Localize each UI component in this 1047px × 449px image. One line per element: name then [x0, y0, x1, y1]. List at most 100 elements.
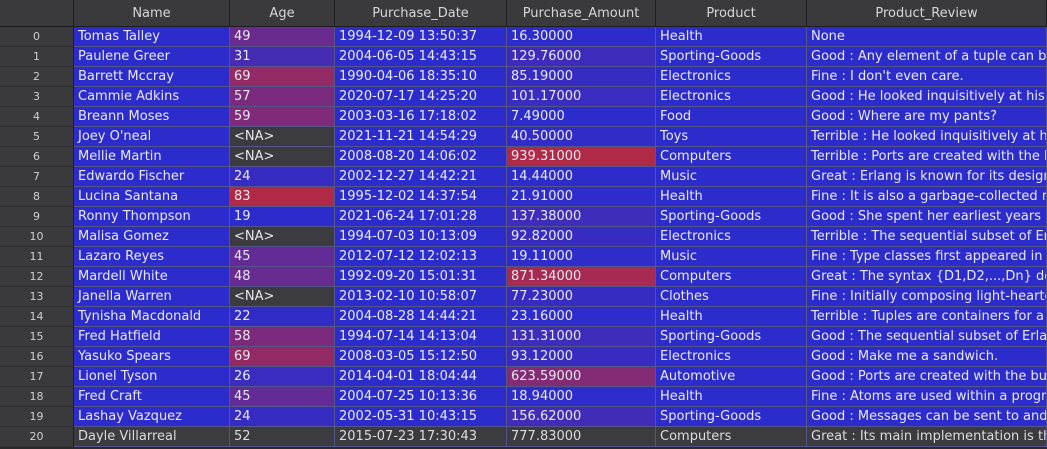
row-index[interactable]: 18: [0, 387, 74, 407]
cell-purchase-date[interactable]: 2012-07-12 12:02:13: [335, 247, 507, 267]
row-index[interactable]: 3: [0, 87, 74, 107]
header-name[interactable]: Name: [74, 0, 230, 26]
table-row[interactable]: 3 Cammie Adkins 57 2020-07-17 14:25:20 101.1…: [0, 87, 1047, 107]
cell-purchase-date[interactable]: 2020-07-17 14:25:20: [335, 87, 507, 107]
row-index[interactable]: 0: [0, 27, 74, 47]
row-index[interactable]: 12: [0, 267, 74, 287]
cell-product[interactable]: Electronics: [656, 87, 807, 107]
cell-product-review[interactable]: Great : Its main implementation is the..…: [807, 427, 1047, 447]
cell-purchase-amount[interactable]: 77.23000: [507, 287, 656, 307]
row-index[interactable]: 5: [0, 127, 74, 147]
table-row[interactable]: 18 Fred Craft 45 2004-07-25 10:13:36 18.9400…: [0, 387, 1047, 407]
cell-purchase-amount[interactable]: 23.16000: [507, 307, 656, 327]
cell-purchase-date[interactable]: 2015-07-23 17:30:43: [335, 427, 507, 447]
cell-name[interactable]: Tynisha Macdonald: [74, 307, 230, 327]
table-row[interactable]: 10 Malisa Gomez <NA> 1994-07-03 10:13:09 92.…: [0, 227, 1047, 247]
cell-age[interactable]: <NA>: [230, 287, 335, 307]
cell-purchase-date[interactable]: 2008-08-20 14:06:02: [335, 147, 507, 167]
row-index[interactable]: 7: [0, 167, 74, 187]
row-index[interactable]: 20: [0, 427, 74, 447]
row-index[interactable]: 11: [0, 247, 74, 267]
cell-product[interactable]: Health: [656, 307, 807, 327]
cell-purchase-date[interactable]: 2021-11-21 14:54:29: [335, 127, 507, 147]
cell-product[interactable]: Sporting-Goods: [656, 47, 807, 67]
cell-age[interactable]: 31: [230, 47, 335, 67]
cell-purchase-amount[interactable]: 137.38000: [507, 207, 656, 227]
cell-age[interactable]: 24: [230, 407, 335, 427]
cell-product-review[interactable]: Fine : It is also a garbage-collected ru…: [807, 187, 1047, 207]
cell-age[interactable]: 58: [230, 327, 335, 347]
header-purchase-amount[interactable]: Purchase_Amount: [507, 0, 656, 26]
cell-product-review[interactable]: Fine : Atoms are used within a progra...: [807, 387, 1047, 407]
cell-product-review[interactable]: Terrible : Ports are created with the b.…: [807, 147, 1047, 167]
cell-product[interactable]: Food: [656, 107, 807, 127]
cell-product[interactable]: Automotive: [656, 367, 807, 387]
table-row[interactable]: 12 Mardell White 48 1992-09-20 15:01:31 871.…: [0, 267, 1047, 287]
cell-product-review[interactable]: None: [807, 27, 1047, 47]
cell-name[interactable]: Breann Moses: [74, 107, 230, 127]
cell-product[interactable]: Computers: [656, 427, 807, 447]
cell-purchase-amount[interactable]: 18.94000: [507, 387, 656, 407]
cell-name[interactable]: Lashay Vazquez: [74, 407, 230, 427]
row-index[interactable]: 8: [0, 187, 74, 207]
row-index[interactable]: 19: [0, 407, 74, 427]
cell-name[interactable]: Malisa Gomez: [74, 227, 230, 247]
cell-purchase-amount[interactable]: 777.83000: [507, 427, 656, 447]
cell-name[interactable]: Fred Hatfield: [74, 327, 230, 347]
cell-product-review[interactable]: Great : The syntax {D1,D2,...,Dn} den...: [807, 267, 1047, 287]
cell-product-review[interactable]: Good : Messages can be sent to and ...: [807, 407, 1047, 427]
cell-age[interactable]: 49: [230, 27, 335, 47]
cell-name[interactable]: Dayle Villarreal: [74, 427, 230, 447]
cell-product-review[interactable]: Terrible : The sequential subset of Erl.…: [807, 227, 1047, 247]
cell-purchase-date[interactable]: 2021-06-24 17:01:28: [335, 207, 507, 227]
cell-purchase-date[interactable]: 1994-07-14 14:13:04: [335, 327, 507, 347]
cell-purchase-amount[interactable]: 101.17000: [507, 87, 656, 107]
header-product-review[interactable]: Product_Review: [807, 0, 1047, 26]
cell-name[interactable]: Mardell White: [74, 267, 230, 287]
cell-product[interactable]: Health: [656, 387, 807, 407]
cell-product[interactable]: Electronics: [656, 227, 807, 247]
cell-age[interactable]: 26: [230, 367, 335, 387]
cell-purchase-amount[interactable]: 21.91000: [507, 187, 656, 207]
cell-name[interactable]: Joey O'neal: [74, 127, 230, 147]
cell-age[interactable]: 57: [230, 87, 335, 107]
row-index[interactable]: 14: [0, 307, 74, 327]
cell-purchase-date[interactable]: 2008-03-05 15:12:50: [335, 347, 507, 367]
cell-purchase-amount[interactable]: 623.59000: [507, 367, 656, 387]
cell-purchase-amount[interactable]: 129.76000: [507, 47, 656, 67]
cell-product[interactable]: Clothes: [656, 287, 807, 307]
row-index[interactable]: 10: [0, 227, 74, 247]
cell-purchase-date[interactable]: 2003-03-16 17:18:02: [335, 107, 507, 127]
cell-purchase-amount[interactable]: 156.62000: [507, 407, 656, 427]
cell-name[interactable]: Yasuko Spears: [74, 347, 230, 367]
cell-purchase-amount[interactable]: 939.31000: [507, 147, 656, 167]
table-row[interactable]: 16 Yasuko Spears 69 2008-03-05 15:12:50 93.1…: [0, 347, 1047, 367]
cell-purchase-amount[interactable]: 7.49000: [507, 107, 656, 127]
cell-purchase-amount[interactable]: 19.11000: [507, 247, 656, 267]
cell-purchase-amount[interactable]: 131.31000: [507, 327, 656, 347]
cell-product-review[interactable]: Good : Make me a sandwich.: [807, 347, 1047, 367]
table-row[interactable]: 5 Joey O'neal <NA> 2021-11-21 14:54:29 40.50…: [0, 127, 1047, 147]
cell-purchase-date[interactable]: 2002-05-31 10:43:15: [335, 407, 507, 427]
cell-purchase-date[interactable]: 2004-08-28 14:44:21: [335, 307, 507, 327]
table-row[interactable]: 14 Tynisha Macdonald 22 2004-08-28 14:44:21…: [0, 307, 1047, 327]
cell-age[interactable]: 48: [230, 267, 335, 287]
cell-name[interactable]: Barrett Mccray: [74, 67, 230, 87]
cell-purchase-date[interactable]: 2014-04-01 18:04:44: [335, 367, 507, 387]
cell-product[interactable]: Electronics: [656, 67, 807, 87]
cell-age[interactable]: 45: [230, 247, 335, 267]
table-row[interactable]: 1 Paulene Greer 31 2004-06-05 14:43:15 129.7…: [0, 47, 1047, 67]
cell-product[interactable]: Health: [656, 27, 807, 47]
cell-product[interactable]: Sporting-Goods: [656, 327, 807, 347]
cell-product-review[interactable]: Good : The sequential subset of Erla...: [807, 327, 1047, 347]
table-row[interactable]: 0 Tomas Talley 49 1994-12-09 13:50:37 16.300…: [0, 27, 1047, 47]
cell-product[interactable]: Sporting-Goods: [656, 207, 807, 227]
cell-age[interactable]: 59: [230, 107, 335, 127]
cell-product[interactable]: Sporting-Goods: [656, 407, 807, 427]
cell-age[interactable]: <NA>: [230, 147, 335, 167]
header-product[interactable]: Product: [656, 0, 807, 26]
cell-product[interactable]: Computers: [656, 147, 807, 167]
cell-product[interactable]: Health: [656, 187, 807, 207]
cell-age[interactable]: 69: [230, 67, 335, 87]
table-row[interactable]: 11 Lazaro Reyes 45 2012-07-12 12:02:13 19.11…: [0, 247, 1047, 267]
